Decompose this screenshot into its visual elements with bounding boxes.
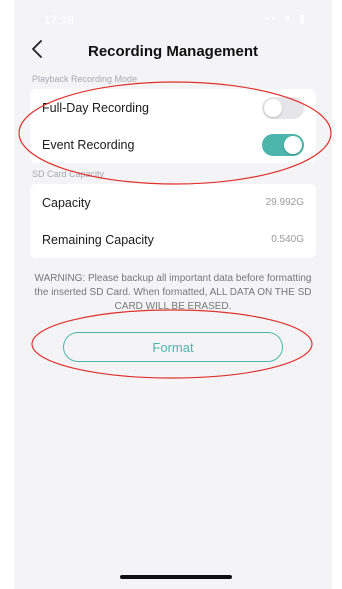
status-time: 17:18 [44, 13, 75, 27]
nav-bar: Recording Management [14, 38, 332, 66]
full-day-recording-label: Full-Day Recording [42, 100, 149, 115]
status-bar: 17:18 •• ▾ ▮ [14, 0, 332, 38]
page-title: Recording Management [87, 43, 259, 60]
event-recording-toggle[interactable] [262, 133, 304, 156]
capacity-value: 29.992G [265, 197, 304, 208]
sd-card-capacity-card: Capacity 29.992G Remaining Capacity 0.54… [30, 184, 316, 258]
format-button-label: Format [152, 339, 194, 355]
capacity-label: Capacity [42, 195, 91, 210]
playback-mode-card: Full-Day Recording Event Recording [30, 89, 316, 163]
capacity-row: Capacity 29.992G [30, 184, 316, 221]
event-recording-label: Event Recording [42, 137, 135, 152]
sd-card-section-label: SD Card Capacity [32, 169, 105, 179]
event-recording-row: Event Recording [30, 126, 316, 163]
format-warning-text: WARNING: Please backup all important dat… [34, 273, 312, 312]
status-icons: •• ▾ ▮ [264, 13, 308, 25]
playback-section-label: Playback Recording Mode [32, 74, 138, 84]
phone-screen: 17:18 •• ▾ ▮ Recording Management Playba… [14, 0, 332, 589]
format-button[interactable]: Format [63, 332, 283, 362]
remaining-capacity-value: 0.540G [271, 234, 304, 245]
remaining-capacity-label: Remaining Capacity [42, 232, 154, 247]
toggle-knob [284, 135, 302, 154]
full-day-recording-row: Full-Day Recording [30, 89, 316, 126]
home-indicator [120, 575, 232, 579]
toggle-knob [264, 98, 282, 117]
full-day-recording-toggle[interactable] [262, 96, 304, 119]
remaining-capacity-row: Remaining Capacity 0.540G [30, 221, 316, 258]
